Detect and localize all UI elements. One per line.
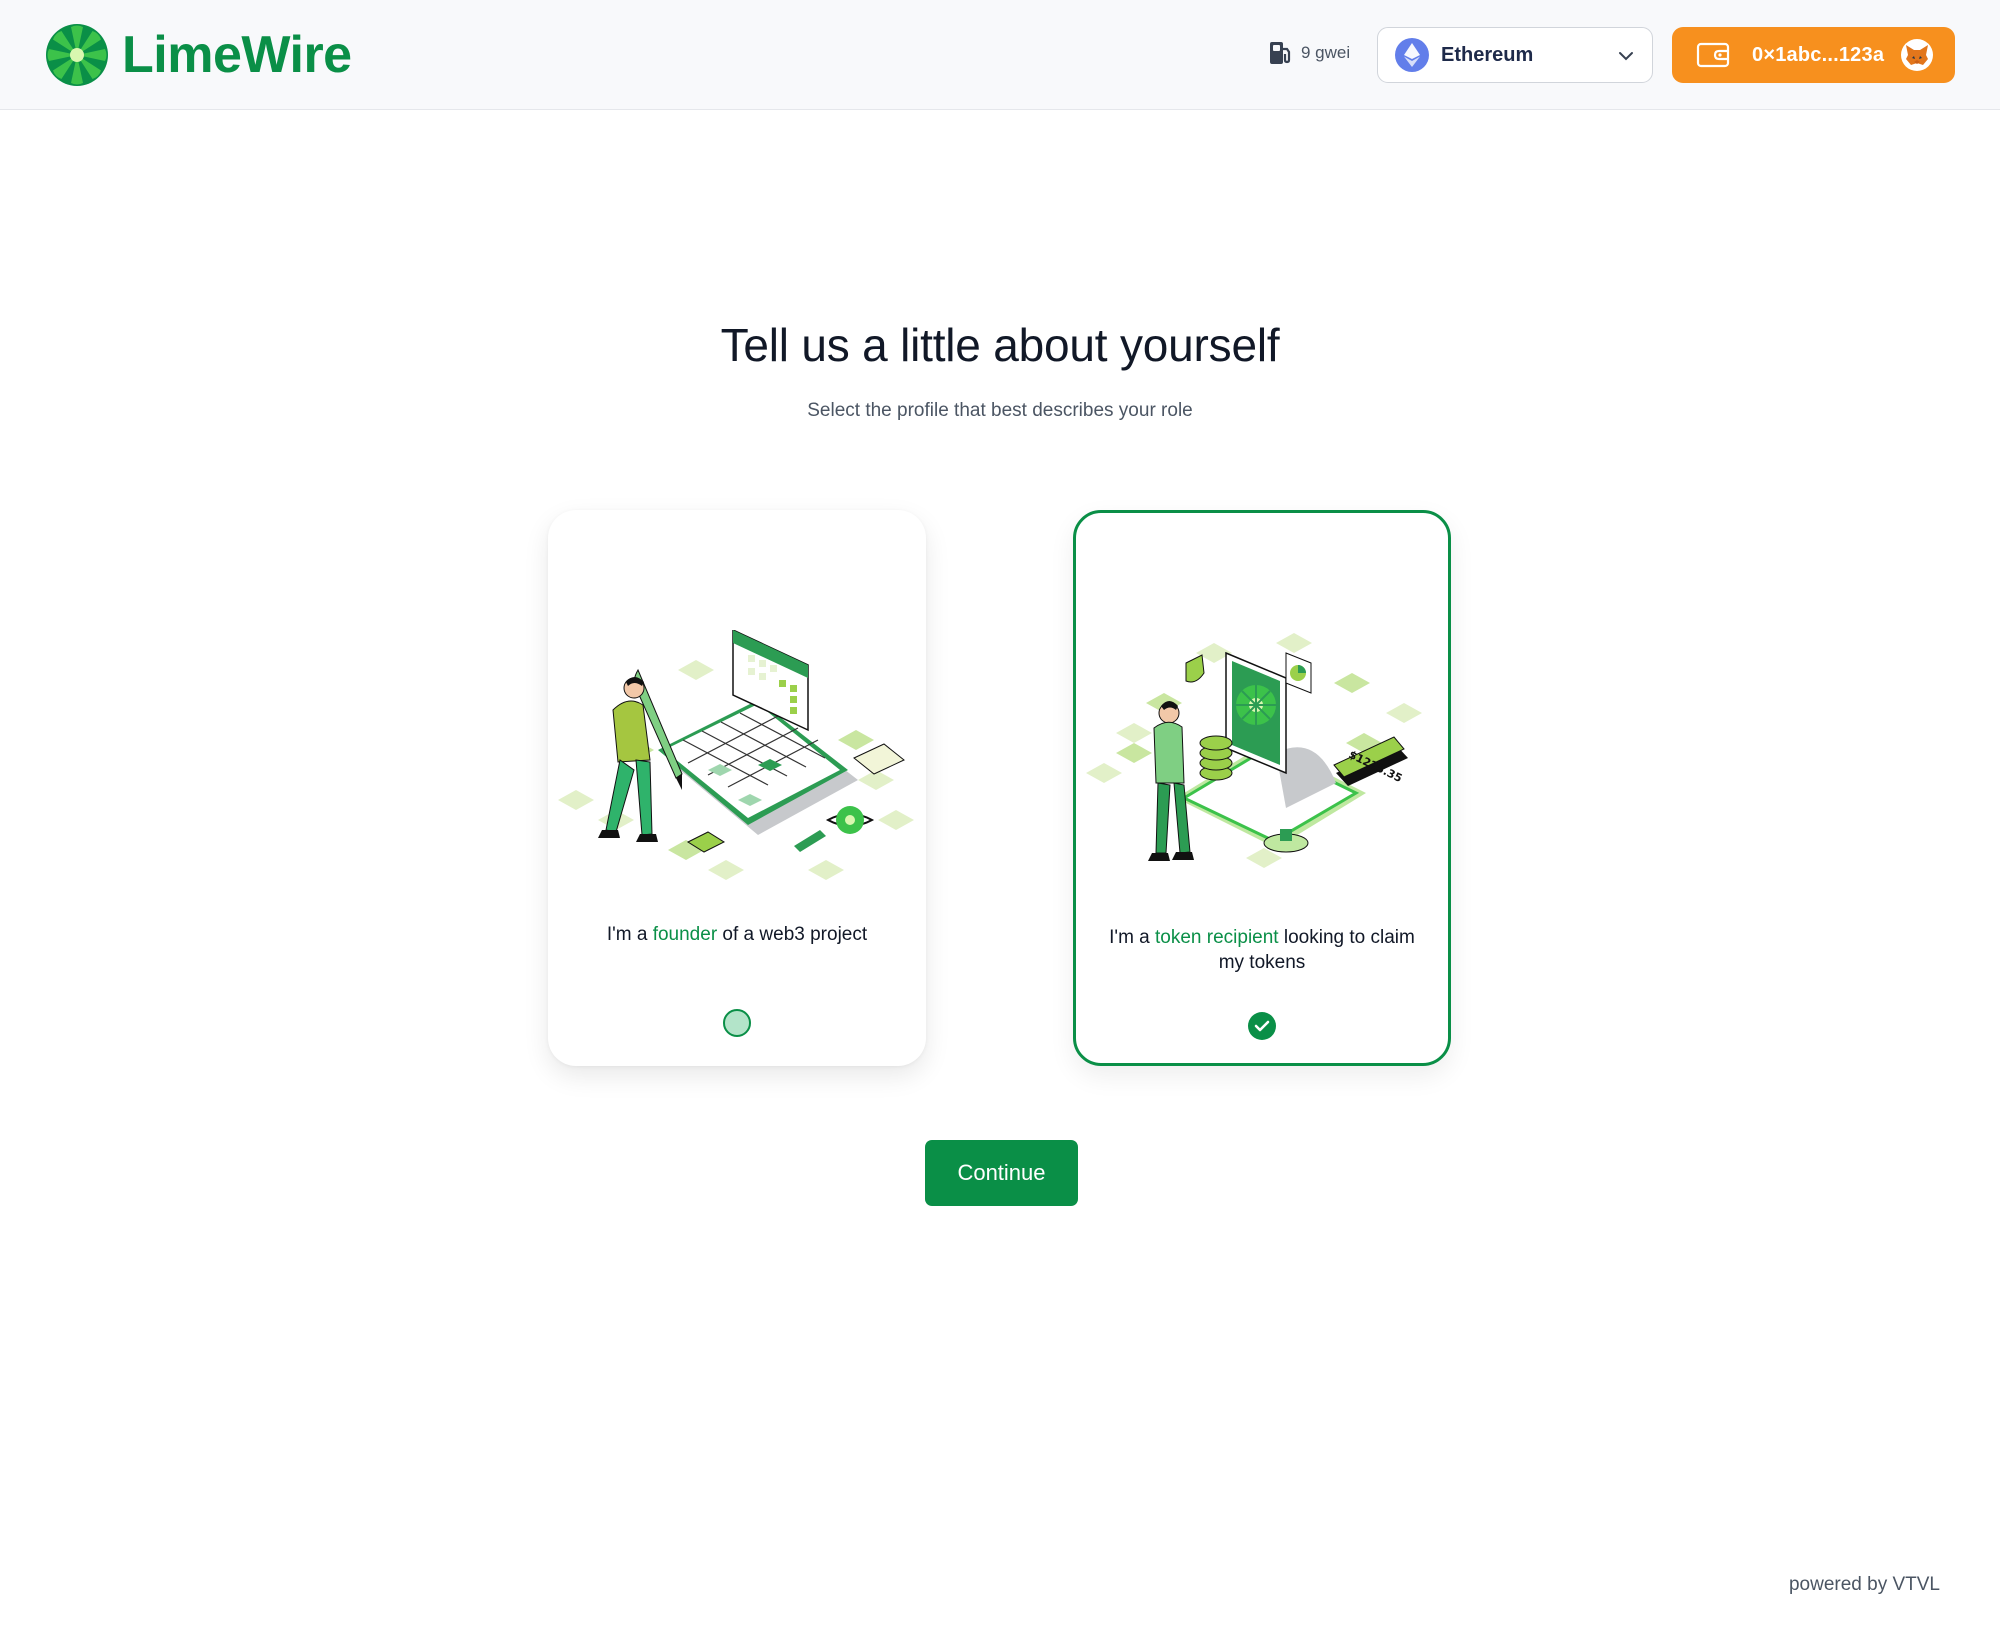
profile-card-token-recipient[interactable]: $1225.35 I'm a token recipient looking t… (1073, 510, 1451, 1066)
token-recipient-illustration: $1225.35 (1086, 633, 1422, 868)
brand-name: LimeWire (122, 26, 352, 84)
recipient-radio-button-checked[interactable] (1248, 1012, 1276, 1040)
limewire-logo-icon (46, 24, 108, 86)
checkmark-icon (1254, 1020, 1270, 1032)
gas-price: 9 gwei (1301, 43, 1351, 62)
recipient-text-highlight: token recipient (1155, 927, 1279, 948)
gas-indicator: 9 gwei (1268, 40, 1350, 66)
wallet-address: 0×1abc...123a (1752, 43, 1885, 66)
wallet-button[interactable]: 0×1abc...123a (1672, 27, 1955, 83)
chevron-down-icon (1619, 52, 1633, 61)
profile-card-token-recipient-text: I'm a token recipient looking to claim m… (1096, 925, 1428, 975)
wallet-icon (1696, 42, 1730, 68)
powered-by-footer[interactable]: powered by VTVL (1789, 1574, 1940, 1596)
page-title: Tell us a little about yourself (720, 319, 1280, 371)
top-header: LimeWire 9 gwei Ethereum 0×1abc...123a (0, 0, 2000, 110)
founder-illustration (558, 630, 914, 880)
founder-text-suffix: of a web3 project (717, 924, 868, 945)
network-label: Ethereum (1441, 43, 1534, 66)
profile-card-founder[interactable]: I'm a founder of a web3 project (548, 510, 926, 1066)
continue-button[interactable]: Continue (925, 1140, 1078, 1206)
metamask-fox-icon (1901, 39, 1933, 71)
founder-text-highlight: founder (652, 924, 718, 945)
profile-card-founder-text: I'm a founder of a web3 project (568, 922, 906, 947)
recipient-text-prefix: I'm a (1109, 927, 1156, 948)
gas-pump-icon (1270, 42, 1291, 64)
ethereum-icon (1395, 38, 1429, 72)
founder-text-prefix: I'm a (606, 924, 653, 945)
brand[interactable]: LimeWire (44, 22, 352, 88)
network-selector[interactable]: Ethereum (1377, 27, 1653, 83)
page-subtitle: Select the profile that best describes y… (807, 400, 1193, 421)
founder-radio-button[interactable] (723, 1009, 751, 1037)
